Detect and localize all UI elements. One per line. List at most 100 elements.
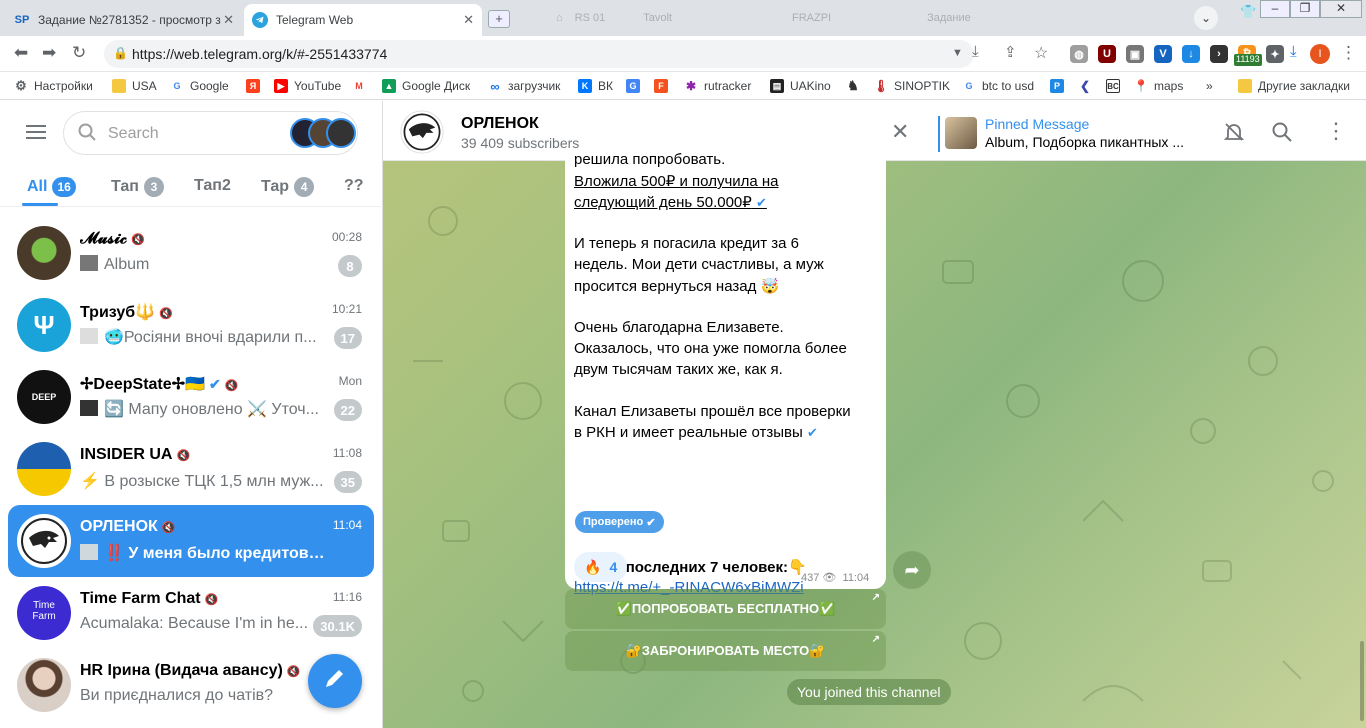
new-tab-button[interactable]: + xyxy=(488,10,510,28)
menu-icon[interactable] xyxy=(26,125,46,139)
message-bubble[interactable]: решила попробовать. Вложила 500₽ и получ… xyxy=(565,149,886,596)
folder-tab-all[interactable]: All 16 xyxy=(27,177,76,197)
globe-icon[interactable]: ◍ xyxy=(1070,45,1088,63)
scrollbar[interactable] xyxy=(1360,641,1364,721)
ublock-icon[interactable]: U xyxy=(1098,45,1116,63)
sp-favicon: SP xyxy=(14,14,30,26)
folder-tab-tap[interactable]: Тап 3 xyxy=(111,177,164,197)
vpn-icon[interactable]: V xyxy=(1154,45,1172,63)
briefcase-icon[interactable]: ▣ xyxy=(1126,45,1144,63)
other-bookmarks[interactable]: Другие закладки xyxy=(1238,78,1350,94)
downloads-icon[interactable]: ⤓ xyxy=(1290,43,1297,60)
search-icon[interactable] xyxy=(1271,121,1293,143)
new-message-button[interactable] xyxy=(308,654,362,708)
share-icon[interactable]: ⇪ xyxy=(1004,43,1017,61)
bookmark-maps[interactable]: 📍 maps xyxy=(1134,78,1183,94)
maximize-button[interactable]: ❐ xyxy=(1290,0,1320,18)
tab-search-icon[interactable]: ⌄ xyxy=(1194,6,1218,30)
reload-icon[interactable]: ↻ xyxy=(72,43,86,63)
inline-button-try-free[interactable]: ✅ПОПРОБОВАТЬ БЕСПЛАТНО✅ ↗ xyxy=(565,589,886,629)
bookmark-f[interactable]: F xyxy=(654,78,674,94)
verified-badge: Проверено ✔ xyxy=(575,511,664,533)
address-toolbar: ⬅ ➡ ↻ 🔒 https://web.telegram.org/k/#-255… xyxy=(0,36,1366,72)
chat-item-insider-ua[interactable]: INSIDER UA 🔇 11:08 ⚡ В розыске ТЦК 1,5 мл… xyxy=(8,433,374,505)
bookmark-yandex[interactable]: Я xyxy=(246,78,266,94)
bookmark-youtube[interactable]: ▶ YouTube xyxy=(274,78,341,94)
more-bookmarks-button[interactable]: » xyxy=(1206,78,1213,94)
inline-button-book-place[interactable]: 🔐ЗАБРОНИРОВАТЬ МЕСТО🔐 ↗ xyxy=(565,631,886,671)
bookmark-vk[interactable]: K ВК xyxy=(578,78,613,94)
bookmark-btc[interactable]: Gbtc to usd xyxy=(962,78,1034,94)
close-icon[interactable]: ✕ xyxy=(463,12,474,28)
minimize-button[interactable]: – xyxy=(1260,0,1290,18)
reaction-button[interactable]: 🔥 4 xyxy=(574,552,628,582)
unread-badge: 30.1K xyxy=(313,615,362,637)
avatar xyxy=(17,658,71,712)
chat-name: Time Farm Chat xyxy=(80,590,201,607)
folder-tabs: All 16 Тап 3 Тап2 Тар 4 ?? xyxy=(0,161,383,207)
bookmark-bc[interactable]: BC xyxy=(1106,78,1126,94)
muted-icon: 🔇 xyxy=(286,666,300,678)
bookmark-gmail[interactable]: M xyxy=(352,78,372,94)
close-window-button[interactable]: ✕ xyxy=(1320,0,1362,18)
bookmark-drive[interactable]: ▲ Google Диск xyxy=(382,78,470,94)
mute-bell-icon[interactable] xyxy=(1223,121,1245,143)
pinned-message[interactable]: Pinned Message Album, Подборка пикантных… xyxy=(938,116,1188,152)
chat-item-deepstate[interactable]: DEEP STATE ✢DeepState✢🇺🇦✔🔇 Mon 🔄 Мапу он… xyxy=(8,361,374,433)
folder-icon xyxy=(1238,79,1252,93)
chat-time: 00:28 xyxy=(331,230,362,244)
bookmark-translate[interactable]: G xyxy=(626,78,646,94)
dropdown-icon[interactable]: ▼ xyxy=(952,47,963,59)
profile-avatar[interactable]: I xyxy=(1310,44,1330,64)
stories-avatars[interactable] xyxy=(290,118,356,148)
unread-badge: 17 xyxy=(333,327,362,349)
star-icon[interactable]: ☆ xyxy=(1034,43,1048,63)
forward-button[interactable]: ➦ xyxy=(893,551,931,589)
chat-item-time-farm[interactable]: Time Farm Time Farm Chat 🔇 11:16 Acumalaka… xyxy=(8,577,374,649)
channel-avatar[interactable] xyxy=(400,110,444,154)
browser-tab-task[interactable]: SP Задание №2781352 - просмотр з ✕ xyxy=(6,4,242,36)
install-icon[interactable]: ⤓ xyxy=(972,43,979,60)
more-icon[interactable]: ⋮ xyxy=(1325,118,1347,144)
folder-tab-tap2[interactable]: Тап2 xyxy=(194,177,231,195)
bookmark-arrow[interactable]: ❮ xyxy=(1078,78,1098,94)
translate-icon: G xyxy=(626,79,640,93)
chat-name: INSIDER UA xyxy=(80,446,173,463)
address-bar[interactable]: 🔒 https://web.telegram.org/k/#-255143377… xyxy=(104,40,974,68)
bookmark-chess[interactable]: ♞ xyxy=(846,78,866,94)
view-count: 437 xyxy=(801,572,820,584)
bookmark-downloader[interactable]: ∞ загрузчик xyxy=(488,78,560,94)
close-icon[interactable]: ✕ xyxy=(223,12,234,28)
bookmark-rutracker[interactable]: ✱ rutracker xyxy=(684,78,751,94)
tab-title: Telegram Web xyxy=(276,13,354,27)
terminal-icon[interactable]: › xyxy=(1210,45,1228,63)
chat-preview: ⚡ В розыске ТЦК 1,5 млн муж... xyxy=(80,473,324,490)
back-icon[interactable]: ⬅ xyxy=(14,43,28,63)
puzzle-icon[interactable]: ✦ xyxy=(1266,45,1284,63)
chat-time: Mon xyxy=(338,374,362,388)
bookmark-google[interactable]: G Google xyxy=(170,78,229,94)
search-input[interactable]: Search xyxy=(63,111,358,155)
gear-icon: ⚙ xyxy=(15,78,27,93)
bookmark-sinoptik[interactable]: 🌡 SINOPTIK xyxy=(873,78,950,94)
bookmark-settings[interactable]: ⚙ Настройки xyxy=(14,78,93,94)
bookmark-p[interactable]: P xyxy=(1050,78,1070,94)
download-ext-icon[interactable]: ↓ xyxy=(1182,45,1200,63)
message-line: просится вернуться назад 🤯 xyxy=(574,278,780,295)
chat-name: HR Ірина (Видача авансу) xyxy=(80,662,283,679)
folder-tab-tar[interactable]: Тар 4 xyxy=(261,177,315,197)
close-icon[interactable]: ✕ xyxy=(891,119,909,145)
tab-title: Задание №2781352 - просмотр з xyxy=(38,13,221,27)
external-link-icon: ↗ xyxy=(871,592,880,603)
chat-item-music[interactable]: 𝓜𝓾𝓼𝓲𝓬 🔇 00:28 Album 8 xyxy=(8,217,374,289)
menu-dots-icon[interactable]: ⋮ xyxy=(1340,43,1357,63)
chat-time: 11:16 xyxy=(332,590,362,604)
chat-item-orlenok[interactable]: ОРЛЕНОК 🔇 11:04 ‼️ У меня было кредитов н… xyxy=(8,505,374,577)
bookmark-uakino[interactable]: ▤ UAKino xyxy=(770,78,831,94)
chat-list-panel: Search All 16 Тап 3 Тап2 Тар 4 ?? 𝓜𝓾𝓼𝓲𝓬 🔇 00… xyxy=(0,101,383,728)
forward-icon[interactable]: ➡ xyxy=(42,43,56,63)
chat-item-tryzub[interactable]: Ψ Тризуб🔱 🔇 10:21 🥶Росіяни вночі вдарили … xyxy=(8,289,374,361)
folder-tab-unknown[interactable]: ?? xyxy=(344,177,364,195)
browser-tab-telegram[interactable]: Telegram Web ✕ xyxy=(244,4,482,36)
bookmark-usa[interactable]: USA xyxy=(112,78,157,94)
